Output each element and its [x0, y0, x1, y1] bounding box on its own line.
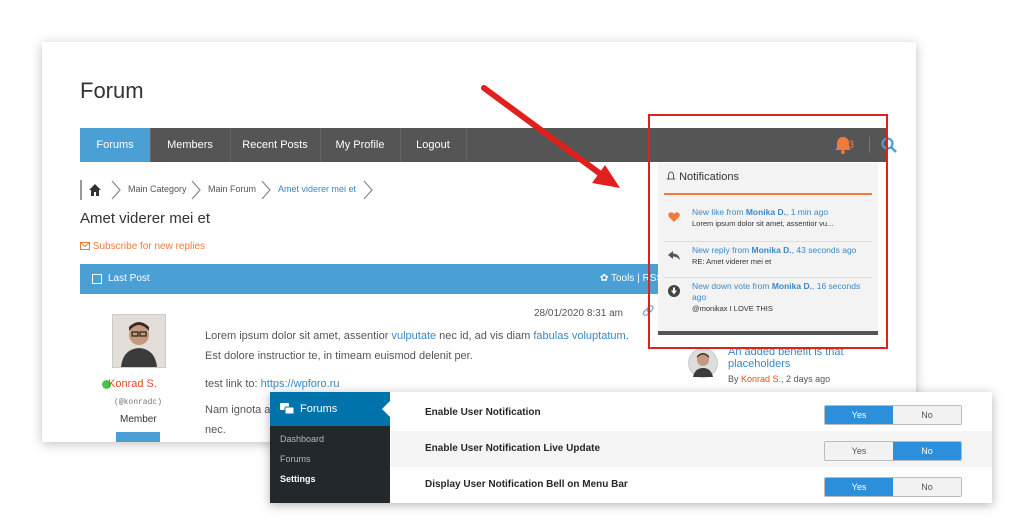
admin-menu-title: Forums	[300, 403, 338, 415]
chevron-right-icon	[111, 180, 121, 200]
post-line-2: Est dolore instructior te, in timeam eui…	[205, 350, 473, 362]
toggle-no[interactable]: No	[893, 406, 961, 424]
post-header-bar: Last Post ✿ Tools | RSS	[80, 264, 720, 294]
author-name[interactable]: Konrad S.	[108, 378, 157, 390]
toggle-yes[interactable]: Yes	[825, 478, 893, 496]
meta-author[interactable]: Konrad S.	[741, 374, 781, 384]
meta-time: , 2 days ago	[781, 374, 831, 384]
home-icon[interactable]	[88, 183, 102, 197]
post-line-4: Nam ignota al	[205, 404, 273, 416]
setting-label: Enable User Notification	[425, 407, 541, 418]
breadcrumb-main-forum[interactable]: Main Forum	[208, 184, 256, 194]
breadcrumb-main-category[interactable]: Main Category	[128, 184, 187, 194]
post-line-3: test link to: https://wpforo.ru	[205, 378, 340, 390]
author-handle: (@konradc)	[114, 398, 163, 407]
setting-row: Enable User Notification Live Update Yes…	[390, 431, 992, 467]
post-link[interactable]: https://wpforo.ru	[261, 378, 340, 390]
post-line-1: Lorem ipsum dolor sit amet, assentior vu…	[205, 330, 629, 342]
recent-topic-title[interactable]: An added benefit is that placeholders	[728, 346, 878, 370]
chevron-right-icon	[191, 180, 201, 200]
post-date: 28/01/2020 8:31 am	[534, 308, 623, 319]
post-text: test link to:	[205, 378, 261, 390]
setting-row: Enable User Notification Yes No	[390, 395, 992, 431]
admin-menu-pointer	[382, 401, 390, 417]
admin-sidebar: Forums Dashboard Forums Settings	[270, 392, 390, 503]
admin-link-dashboard[interactable]: Dashboard	[280, 434, 324, 444]
nav-my-profile[interactable]: My Profile	[320, 128, 401, 162]
subscribe-link[interactable]: Subscribe for new replies	[80, 241, 205, 252]
tools-label: Tools	[611, 273, 635, 284]
yes-no-toggle[interactable]: Yes No	[824, 477, 962, 497]
toggle-yes[interactable]: Yes	[825, 406, 893, 424]
toggle-no[interactable]: No	[893, 478, 961, 496]
recent-topic-meta: By Konrad S., 2 days ago	[728, 374, 830, 384]
post-text: .	[625, 330, 629, 342]
nav-forums[interactable]: Forums	[80, 128, 151, 162]
breadcrumb-start-divider	[80, 180, 82, 200]
avatar[interactable]	[112, 314, 166, 368]
nav-recent-posts[interactable]: Recent Posts	[230, 128, 321, 162]
chevron-right-icon	[261, 180, 271, 200]
envelope-icon	[80, 242, 90, 250]
meta-by: By	[728, 374, 742, 384]
topic-title: Amet viderer mei et	[80, 210, 211, 227]
admin-link-forums[interactable]: Forums	[280, 454, 311, 464]
yes-no-toggle[interactable]: Yes No	[824, 441, 962, 461]
minus-square-icon[interactable]	[92, 274, 102, 284]
forum-chat-icon	[280, 403, 294, 415]
subscribe-label: Subscribe for new replies	[92, 241, 206, 252]
admin-menu-forums[interactable]: Forums	[270, 392, 390, 426]
forum-title: Forum	[80, 78, 144, 103]
breadcrumb-current-topic[interactable]: Amet viderer mei et	[278, 184, 356, 194]
post-bar-label: Last Post	[108, 273, 150, 284]
avatar[interactable]	[688, 348, 718, 378]
post-text: Lorem ipsum dolor sit amet, assentior	[205, 330, 392, 342]
role-badge	[116, 432, 160, 442]
post-text: nec id, ad vis diam	[436, 330, 534, 342]
gear-icon: ✿	[600, 273, 609, 284]
post-line-5: nec.	[205, 424, 226, 436]
setting-row: Display User Notification Bell on Menu B…	[390, 467, 992, 503]
post-link[interactable]: vulputate	[391, 330, 436, 342]
toggle-no[interactable]: No	[893, 442, 961, 460]
chevron-right-icon	[363, 180, 373, 200]
toggle-yes[interactable]: Yes	[825, 442, 893, 460]
setting-label: Enable User Notification Live Update	[425, 443, 601, 454]
author-role: Member	[120, 414, 157, 425]
avatar-image	[693, 353, 713, 377]
highlight-box	[648, 114, 888, 349]
setting-label: Display User Notification Bell on Menu B…	[425, 479, 628, 490]
post-link[interactable]: fabulas voluptatum	[533, 330, 625, 342]
admin-link-settings[interactable]: Settings	[280, 474, 316, 484]
avatar-image	[113, 315, 165, 367]
admin-settings-panel: Forums Dashboard Forums Settings Enable …	[270, 392, 992, 503]
nav-members[interactable]: Members	[150, 128, 231, 162]
yes-no-toggle[interactable]: Yes No	[824, 405, 962, 425]
nav-logout[interactable]: Logout	[400, 128, 467, 162]
